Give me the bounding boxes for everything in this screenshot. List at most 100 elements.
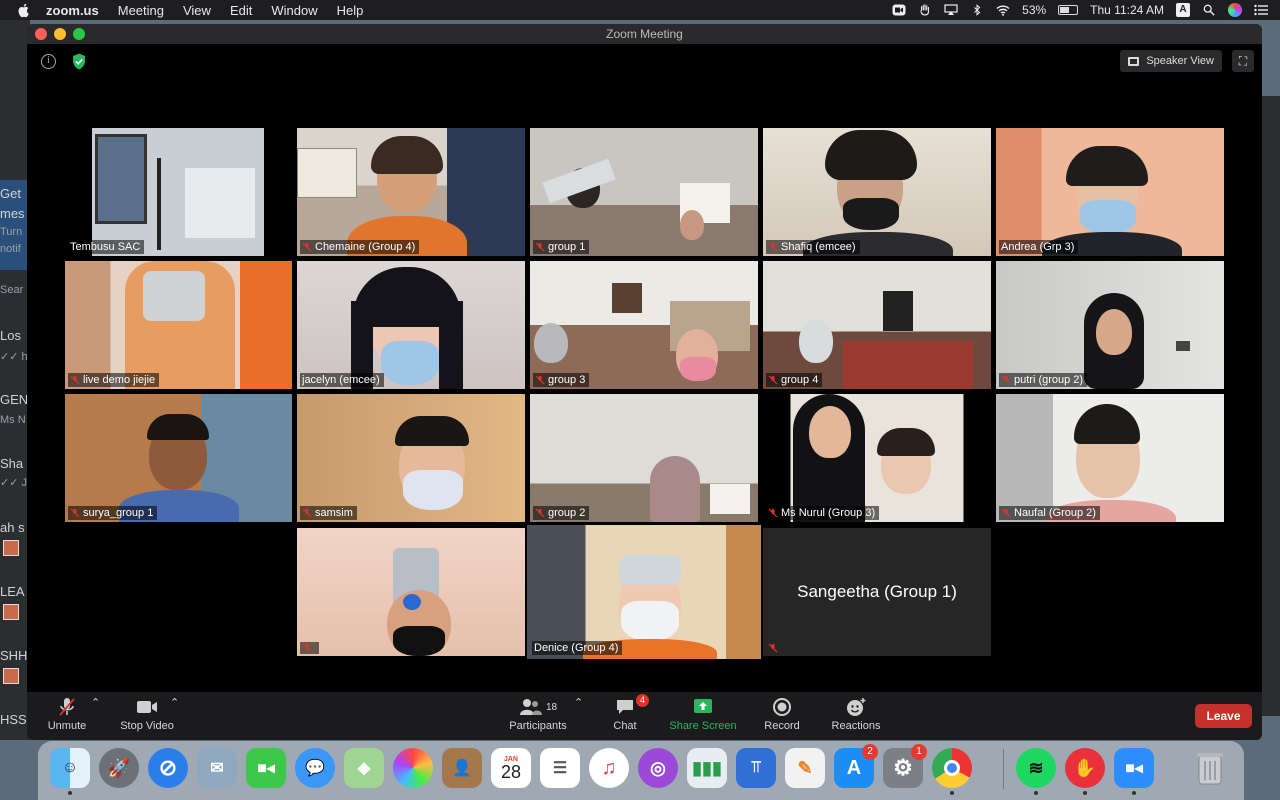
music-app-icon[interactable]: ♫: [589, 748, 629, 788]
photos-app-icon[interactable]: [393, 748, 433, 788]
calendar-app-icon[interactable]: JAN 28: [491, 748, 531, 788]
app-store-badge: 2: [862, 744, 878, 760]
zoom-status-icon[interactable]: [892, 4, 906, 16]
leave-meeting-button[interactable]: Leave: [1195, 704, 1252, 728]
battery-icon[interactable]: [1058, 5, 1079, 15]
bg-snippet: notif: [0, 243, 21, 255]
system-preferences-app-icon[interactable]: ⚙ 1: [883, 744, 927, 788]
video-options-caret[interactable]: ⌃: [170, 696, 179, 709]
wifi-icon[interactable]: [996, 4, 1010, 16]
video-tile[interactable]: Andrea (Grp 3): [996, 128, 1224, 256]
video-tile[interactable]: Naufal (Group 2): [996, 394, 1224, 522]
share-screen-button[interactable]: Share Screen: [665, 696, 741, 732]
chat-bubble-icon: [617, 700, 633, 714]
mic-muted-icon: [535, 375, 545, 385]
participants-icon: [519, 699, 542, 715]
chat-button[interactable]: 4 Chat: [607, 694, 649, 732]
menu-edit[interactable]: Edit: [230, 3, 252, 18]
mic-muted-icon: [302, 242, 312, 252]
zoom-meeting-window: Zoom Meeting i Speaker View ⛶ Tembusu SA…: [27, 24, 1262, 740]
video-tile[interactable]: group 4: [763, 261, 991, 389]
video-tile[interactable]: group 2: [530, 394, 758, 522]
meeting-info-icon[interactable]: i: [41, 54, 56, 69]
video-tile[interactable]: live demo jiejie: [65, 261, 292, 389]
macos-menubar: zoom.us Meeting View Edit Window Help 53…: [0, 0, 1280, 20]
chrome-app-icon[interactable]: [932, 748, 972, 795]
finder-app-icon[interactable]: ☺: [50, 748, 90, 795]
siri-icon[interactable]: [1228, 3, 1242, 17]
background-window: Get mes Turn notif Sear Los ✓✓ h GEN Ms …: [0, 20, 30, 740]
audio-options-caret[interactable]: ⌃: [91, 696, 100, 709]
clock[interactable]: Thu 11:24 AM: [1090, 3, 1164, 17]
contacts-app-icon[interactable]: 👤: [442, 748, 482, 788]
video-tile[interactable]: Shafiq (emcee): [763, 128, 991, 256]
mail-stamp-app-icon[interactable]: ✉: [197, 748, 237, 788]
participant-name-large: Sangeetha (Group 1): [797, 582, 957, 601]
record-icon: [773, 698, 791, 716]
bg-snippet: ✓✓ h: [0, 351, 28, 363]
maps-app-icon[interactable]: ◈: [344, 748, 384, 788]
trash-icon[interactable]: [1190, 748, 1230, 788]
video-tile[interactable]: group 1: [530, 128, 758, 256]
menu-help[interactable]: Help: [337, 3, 364, 18]
participant-name: surya_group 1: [83, 507, 154, 519]
bg-snippet: HSS: [0, 712, 27, 727]
video-tile[interactable]: Tembusu SAC: [65, 128, 291, 256]
unmute-button[interactable]: Unmute: [45, 696, 89, 732]
raise-hand-app-icon[interactable]: ✋: [1065, 748, 1105, 795]
launchpad-app-icon[interactable]: 🚀: [99, 748, 139, 788]
window-title: Zoom Meeting: [606, 27, 683, 41]
video-tile[interactable]: jacelyn (emcee): [297, 261, 525, 389]
bg-snippet: Sha: [0, 456, 24, 471]
share-screen-label: Share Screen: [669, 720, 737, 732]
close-window-button[interactable]: [35, 28, 47, 40]
video-tile[interactable]: Ms Nurul (Group 3): [763, 394, 991, 522]
fullscreen-button[interactable]: ⛶: [1232, 50, 1254, 72]
menu-window[interactable]: Window: [271, 3, 317, 18]
podcasts-app-icon[interactable]: ◎: [638, 748, 678, 788]
video-tile[interactable]: group 3: [530, 261, 758, 389]
encryption-shield-icon[interactable]: [72, 53, 86, 70]
spotlight-search-icon[interactable]: [1202, 4, 1216, 16]
bluetooth-icon[interactable]: [970, 4, 984, 16]
zoom-window-button[interactable]: [73, 28, 85, 40]
video-tile[interactable]: Chemaine (Group 4): [297, 128, 525, 256]
reactions-button[interactable]: Reactions: [827, 696, 885, 732]
video-off-tile[interactable]: Sangeetha (Group 1): [763, 528, 991, 656]
video-tile[interactable]: samsim: [297, 394, 525, 522]
tv-screen: [95, 134, 147, 224]
pages-app-icon[interactable]: ✎: [785, 748, 825, 788]
video-tile[interactable]: [297, 528, 525, 656]
participants-button[interactable]: 18 Participants: [505, 696, 571, 732]
participants-options-caret[interactable]: ⌃: [574, 696, 583, 709]
video-tile[interactable]: surya_group 1: [65, 394, 292, 522]
participant-name: group 4: [781, 374, 819, 386]
menu-app-name[interactable]: zoom.us: [46, 3, 99, 18]
input-source-indicator[interactable]: A: [1176, 3, 1190, 17]
video-tile[interactable]: putri (group 2): [996, 261, 1224, 389]
facetime-app-icon[interactable]: ■◂: [246, 748, 286, 788]
safari-app-icon[interactable]: ⊘: [148, 748, 188, 788]
speaker-view-button[interactable]: Speaker View: [1120, 50, 1222, 72]
spotify-app-icon[interactable]: ≋: [1016, 748, 1056, 795]
menu-view[interactable]: View: [183, 3, 211, 18]
active-speaker-tile[interactable]: Denice (Group 4): [527, 525, 761, 659]
zoom-app-icon[interactable]: ■◂: [1114, 748, 1154, 795]
participant-name: Naufal (Group 2): [1014, 507, 1096, 519]
background-window-right: [1262, 96, 1280, 716]
notification-center-icon[interactable]: [1254, 4, 1268, 16]
minimize-window-button[interactable]: [54, 28, 66, 40]
menu-meeting[interactable]: Meeting: [118, 3, 164, 18]
bg-snippet: LEA: [0, 584, 25, 599]
record-button[interactable]: Record: [761, 696, 803, 732]
hand-icon[interactable]: [918, 4, 932, 16]
apple-menu-icon[interactable]: [16, 2, 32, 18]
messages-app-icon[interactable]: 💬: [295, 748, 335, 788]
mic-muted-icon: [302, 508, 312, 518]
reminders-app-icon[interactable]: ☰: [540, 748, 580, 788]
app-store-app-icon[interactable]: A2: [834, 744, 878, 788]
keynote-app-icon[interactable]: ⫪: [736, 748, 776, 788]
bg-thumbnail: [3, 540, 19, 556]
airplay-icon[interactable]: [944, 4, 958, 16]
numbers-app-icon[interactable]: ▮▮▮: [687, 748, 727, 788]
